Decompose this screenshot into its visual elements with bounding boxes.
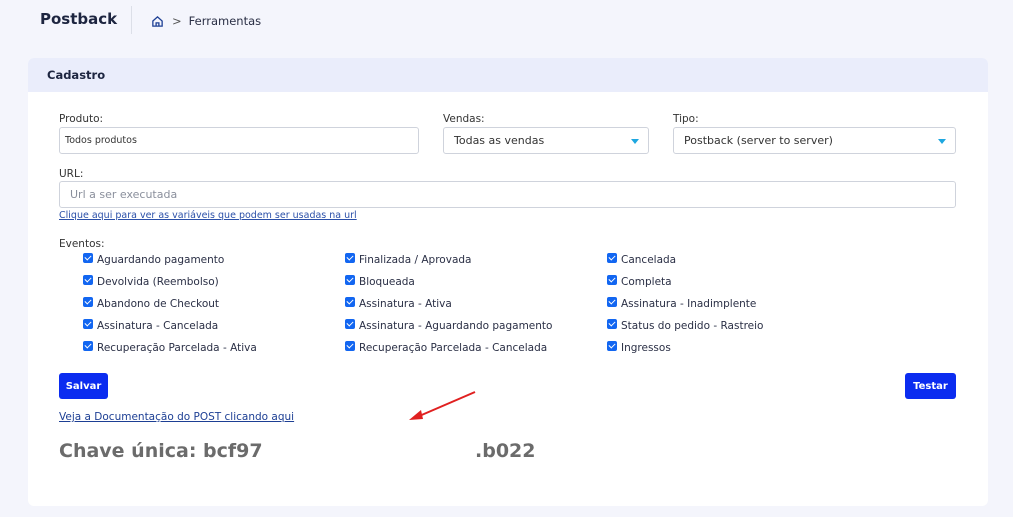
produto-label: Produto: [59,113,104,125]
checkbox-checked-icon[interactable] [345,318,355,329]
checkbox-checked-icon[interactable] [607,296,617,307]
checkbox-checked-icon[interactable] [607,252,617,263]
event-label: Bloqueada [359,276,415,288]
breadcrumb-current: Ferramentas [188,14,262,28]
unique-key: Chave única: bcf97 .b022 [59,440,579,466]
event-label: Assinatura - Inadimplente [621,298,757,310]
event-label: Recuperação Parcelada - Ativa [97,342,257,354]
checkbox-checked-icon[interactable] [83,340,93,351]
variables-link[interactable]: Clique aqui para ver as variáveis que po… [59,210,357,221]
test-button[interactable]: Testar [905,373,956,399]
event-label: Assinatura - Ativa [359,298,452,310]
event-checkbox[interactable]: Assinatura - Cancelada [83,318,219,332]
eventos-label: Eventos: [59,238,105,250]
title-divider [131,6,132,34]
vendas-select[interactable]: Todas as vendas [443,127,649,154]
unique-key-suffix: .b022 [475,440,536,462]
event-label: Aguardando pagamento [97,254,225,266]
produto-field[interactable]: Todos produtos [59,127,419,154]
breadcrumb-separator: > [172,14,182,28]
url-placeholder: Url a ser executada [70,188,178,201]
event-checkbox[interactable]: Abandono de Checkout [83,296,220,310]
chevron-down-icon [631,139,639,144]
checkbox-checked-icon[interactable] [607,318,617,329]
url-label: URL: [59,168,84,180]
event-label: Completa [621,276,672,288]
event-checkbox[interactable]: Recuperação Parcelada - Cancelada [345,340,548,354]
checkbox-checked-icon[interactable] [345,340,355,351]
event-checkbox[interactable]: Aguardando pagamento [83,252,225,266]
event-checkbox[interactable]: Devolvida (Reembolso) [83,274,219,288]
url-input[interactable]: Url a ser executada [59,181,956,208]
event-label: Finalizada / Aprovada [359,254,472,266]
checkbox-checked-icon[interactable] [83,296,93,307]
checkbox-checked-icon[interactable] [345,252,355,263]
checkbox-checked-icon[interactable] [83,318,93,329]
event-label: Cancelada [621,254,677,266]
event-label: Status do pedido - Rastreio [621,320,764,332]
breadcrumb: > Ferramentas [151,14,261,28]
event-checkbox[interactable]: Assinatura - Inadimplente [607,296,757,310]
produto-value: Todos produtos [65,135,137,146]
event-checkbox[interactable]: Assinatura - Ativa [345,296,452,310]
checkbox-checked-icon[interactable] [607,274,617,285]
save-button[interactable]: Salvar [59,373,108,399]
event-label: Ingressos [621,342,671,354]
event-checkbox[interactable]: Assinatura - Aguardando pagamento [345,318,553,332]
event-checkbox[interactable]: Cancelada [607,252,677,266]
checkbox-checked-icon[interactable] [83,274,93,285]
checkbox-checked-icon[interactable] [345,274,355,285]
red-arrow-annotation [409,391,476,420]
documentation-link[interactable]: Veja a Documentação do POST clicando aqu… [59,411,294,423]
event-checkbox[interactable]: Recuperação Parcelada - Ativa [83,340,257,354]
top-bar: Postback > Ferramentas [0,0,1013,44]
checkbox-checked-icon[interactable] [83,252,93,263]
card-header: Cadastro [28,58,988,92]
checkbox-checked-icon[interactable] [607,340,617,351]
checkbox-checked-icon[interactable] [345,296,355,307]
event-checkbox[interactable]: Ingressos [607,340,671,354]
event-checkbox[interactable]: Finalizada / Aprovada [345,252,472,266]
event-checkbox[interactable]: Completa [607,274,672,288]
cadastro-card: Cadastro Produto: Todos produtos Vendas:… [28,58,988,506]
event-label: Assinatura - Aguardando pagamento [359,320,553,332]
event-label: Abandono de Checkout [97,298,220,310]
event-label: Devolvida (Reembolso) [97,276,219,288]
tipo-select[interactable]: Postback (server to server) [673,127,956,154]
chevron-down-icon [938,139,946,144]
event-label: Assinatura - Cancelada [97,320,219,332]
event-label: Recuperação Parcelada - Cancelada [359,342,548,354]
page-title: Postback [40,10,118,28]
home-icon[interactable] [151,15,164,28]
event-checkbox[interactable]: Status do pedido - Rastreio [607,318,764,332]
event-checkbox[interactable]: Bloqueada [345,274,415,288]
unique-key-prefix: Chave única: bcf97 [59,440,263,462]
tipo-value: Postback (server to server) [684,134,833,147]
tipo-label: Tipo: [673,113,699,125]
vendas-value: Todas as vendas [454,134,545,147]
vendas-label: Vendas: [443,113,485,125]
